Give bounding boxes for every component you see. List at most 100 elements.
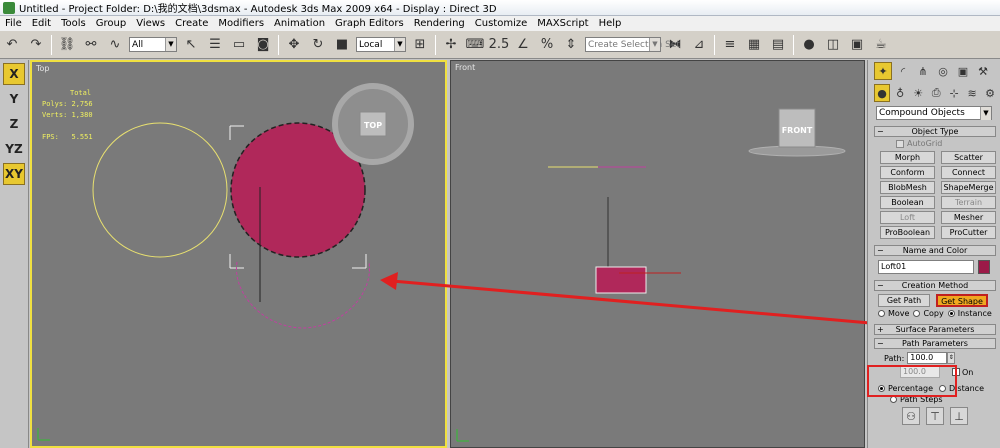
next-shape-icon[interactable]: ⊥ — [950, 407, 968, 425]
space-warps-icon[interactable]: ≋ — [964, 84, 980, 102]
window-crossing-icon[interactable]: ◙ — [253, 35, 273, 55]
morph-button[interactable]: Morph — [880, 151, 935, 164]
select-object-icon[interactable]: ↖ — [181, 35, 201, 55]
star-shape[interactable] — [235, 261, 370, 329]
rollout-creation-method[interactable]: − Creation Method — [874, 280, 996, 291]
viewport-front[interactable]: Front FRONT — [450, 60, 865, 448]
axis-xy-button[interactable]: XY — [3, 163, 25, 185]
spinner-snap-icon[interactable]: ⇕ — [561, 35, 581, 55]
rollout-object-type[interactable]: − Object Type — [874, 126, 996, 137]
circle-shape[interactable] — [92, 122, 228, 258]
selection-filter-dropdown[interactable]: All ▼ — [129, 37, 177, 52]
menu-graph-editors[interactable]: Graph Editors — [330, 18, 409, 29]
conform-button[interactable]: Conform — [880, 166, 935, 179]
cameras-icon[interactable]: ⎙ — [928, 84, 944, 102]
autogrid-checkbox[interactable] — [896, 139, 904, 148]
pivot-center-icon[interactable]: ⊞ — [410, 35, 430, 55]
named-selection-sets-dropdown[interactable]: Create Selection Set ▼ — [585, 37, 680, 52]
object-color-swatch[interactable] — [978, 260, 990, 274]
rollout-name-color[interactable]: − Name and Color — [874, 245, 996, 256]
select-manipulate-icon[interactable]: ✢ — [441, 35, 461, 55]
create-tab-icon[interactable]: ✦ — [874, 62, 892, 80]
rotate-icon[interactable]: ↻ — [308, 35, 328, 55]
menu-customize[interactable]: Customize — [470, 18, 533, 29]
menu-help[interactable]: Help — [594, 18, 627, 29]
pick-shape-icon[interactable]: ⚇ — [902, 407, 920, 425]
layer-manager-icon[interactable]: ≡ — [720, 35, 740, 55]
instance-radio[interactable] — [947, 310, 955, 317]
display-tab-icon[interactable]: ▣ — [954, 62, 972, 80]
move-radio[interactable] — [878, 310, 885, 317]
path-spinner[interactable]: ⇕ — [947, 352, 956, 364]
rollout-surface-parameters[interactable]: + Surface Parameters — [874, 324, 996, 335]
menu-create[interactable]: Create — [170, 18, 213, 29]
menu-rendering[interactable]: Rendering — [409, 18, 470, 29]
systems-icon[interactable]: ⚙ — [982, 84, 998, 102]
helpers-icon[interactable]: ⊹ — [946, 84, 962, 102]
select-by-name-icon[interactable]: ☰ — [205, 35, 225, 55]
axis-yz-button[interactable]: YZ — [3, 138, 25, 160]
menu-edit[interactable]: Edit — [27, 18, 56, 29]
undo-icon[interactable]: ↶ — [2, 35, 22, 55]
utilities-tab-icon[interactable]: ⚒ — [974, 62, 992, 80]
rollout-path-parameters[interactable]: − Path Parameters — [874, 338, 996, 349]
loft-object-front[interactable] — [595, 266, 647, 294]
material-editor-icon[interactable]: ● — [799, 35, 819, 55]
menu-views[interactable]: Views — [131, 18, 170, 29]
hierarchy-tab-icon[interactable]: ⋔ — [914, 62, 932, 80]
category-dropdown[interactable]: Compound Objects ▼ — [876, 106, 992, 120]
lights-icon[interactable]: ☀ — [910, 84, 926, 102]
menu-tools[interactable]: Tools — [56, 18, 91, 29]
copy-radio[interactable] — [913, 310, 921, 317]
reference-coord-dropdown[interactable]: Local ▼ — [356, 37, 406, 52]
geometry-icon[interactable]: ● — [874, 84, 891, 102]
autogrid-row: AutoGrid — [896, 139, 1000, 148]
procutter-button[interactable]: ProCutter — [941, 226, 996, 239]
menu-modifiers[interactable]: Modifiers — [213, 18, 269, 29]
terrain-button[interactable]: Terrain — [941, 196, 996, 209]
prev-shape-icon[interactable]: ⊤ — [926, 407, 944, 425]
render-production-icon[interactable]: ☕ — [871, 35, 891, 55]
curve-editor-icon[interactable]: ▦ — [744, 35, 764, 55]
scale-icon[interactable]: ■ — [332, 35, 352, 55]
align-icon[interactable]: ⊿ — [689, 35, 709, 55]
get-path-button[interactable]: Get Path — [878, 294, 930, 307]
select-link-icon[interactable]: ⛓ — [57, 35, 77, 55]
axis-x-button[interactable]: X — [3, 63, 25, 85]
rectangular-selection-icon[interactable]: ▭ — [229, 35, 249, 55]
get-shape-button[interactable]: Get Shape — [936, 294, 988, 307]
move-icon[interactable]: ✥ — [284, 35, 304, 55]
angle-snap-icon[interactable]: ∠ — [513, 35, 533, 55]
percent-snap-icon[interactable]: % — [537, 35, 557, 55]
schematic-view-icon[interactable]: ▤ — [768, 35, 788, 55]
menu-group[interactable]: Group — [91, 18, 131, 29]
scatter-button[interactable]: Scatter — [941, 151, 996, 164]
rendered-frame-icon[interactable]: ▣ — [847, 35, 867, 55]
path-value-field[interactable]: 100.0 — [907, 352, 948, 364]
toolbar-separator — [51, 34, 52, 55]
shapemerge-button[interactable]: ShapeMerge — [941, 181, 996, 194]
viewport-top[interactable]: Top Total Polys: 2,756 Verts: 1,380 FPS: 5.… — [30, 60, 447, 448]
boolean-button[interactable]: Boolean — [880, 196, 935, 209]
path-steps-radio[interactable] — [890, 396, 897, 403]
object-name-field[interactable]: Loft01 — [878, 260, 974, 274]
snaps-toggle-icon[interactable]: 2.5 — [489, 35, 510, 55]
axis-y-button[interactable]: Y — [3, 88, 25, 110]
blobmesh-button[interactable]: BlobMesh — [880, 181, 935, 194]
redo-icon[interactable]: ↷ — [26, 35, 46, 55]
proboolean-button[interactable]: ProBoolean — [880, 226, 935, 239]
mesher-button[interactable]: Mesher — [941, 211, 996, 224]
connect-button[interactable]: Connect — [941, 166, 996, 179]
render-setup-icon[interactable]: ◫ — [823, 35, 843, 55]
axis-z-button[interactable]: Z — [3, 113, 25, 135]
loft-button[interactable]: Loft — [880, 211, 935, 224]
bind-space-warp-icon[interactable]: ∿ — [105, 35, 125, 55]
menu-maxscript[interactable]: MAXScript — [532, 18, 593, 29]
menu-animation[interactable]: Animation — [269, 18, 330, 29]
modify-tab-icon[interactable]: ◜ — [894, 62, 912, 80]
shapes-icon[interactable]: ♁ — [892, 84, 908, 102]
unlink-icon[interactable]: ⚯ — [81, 35, 101, 55]
keyboard-shortcut-icon[interactable]: ⌨ — [465, 35, 485, 55]
menu-file[interactable]: File — [0, 18, 27, 29]
motion-tab-icon[interactable]: ◎ — [934, 62, 952, 80]
